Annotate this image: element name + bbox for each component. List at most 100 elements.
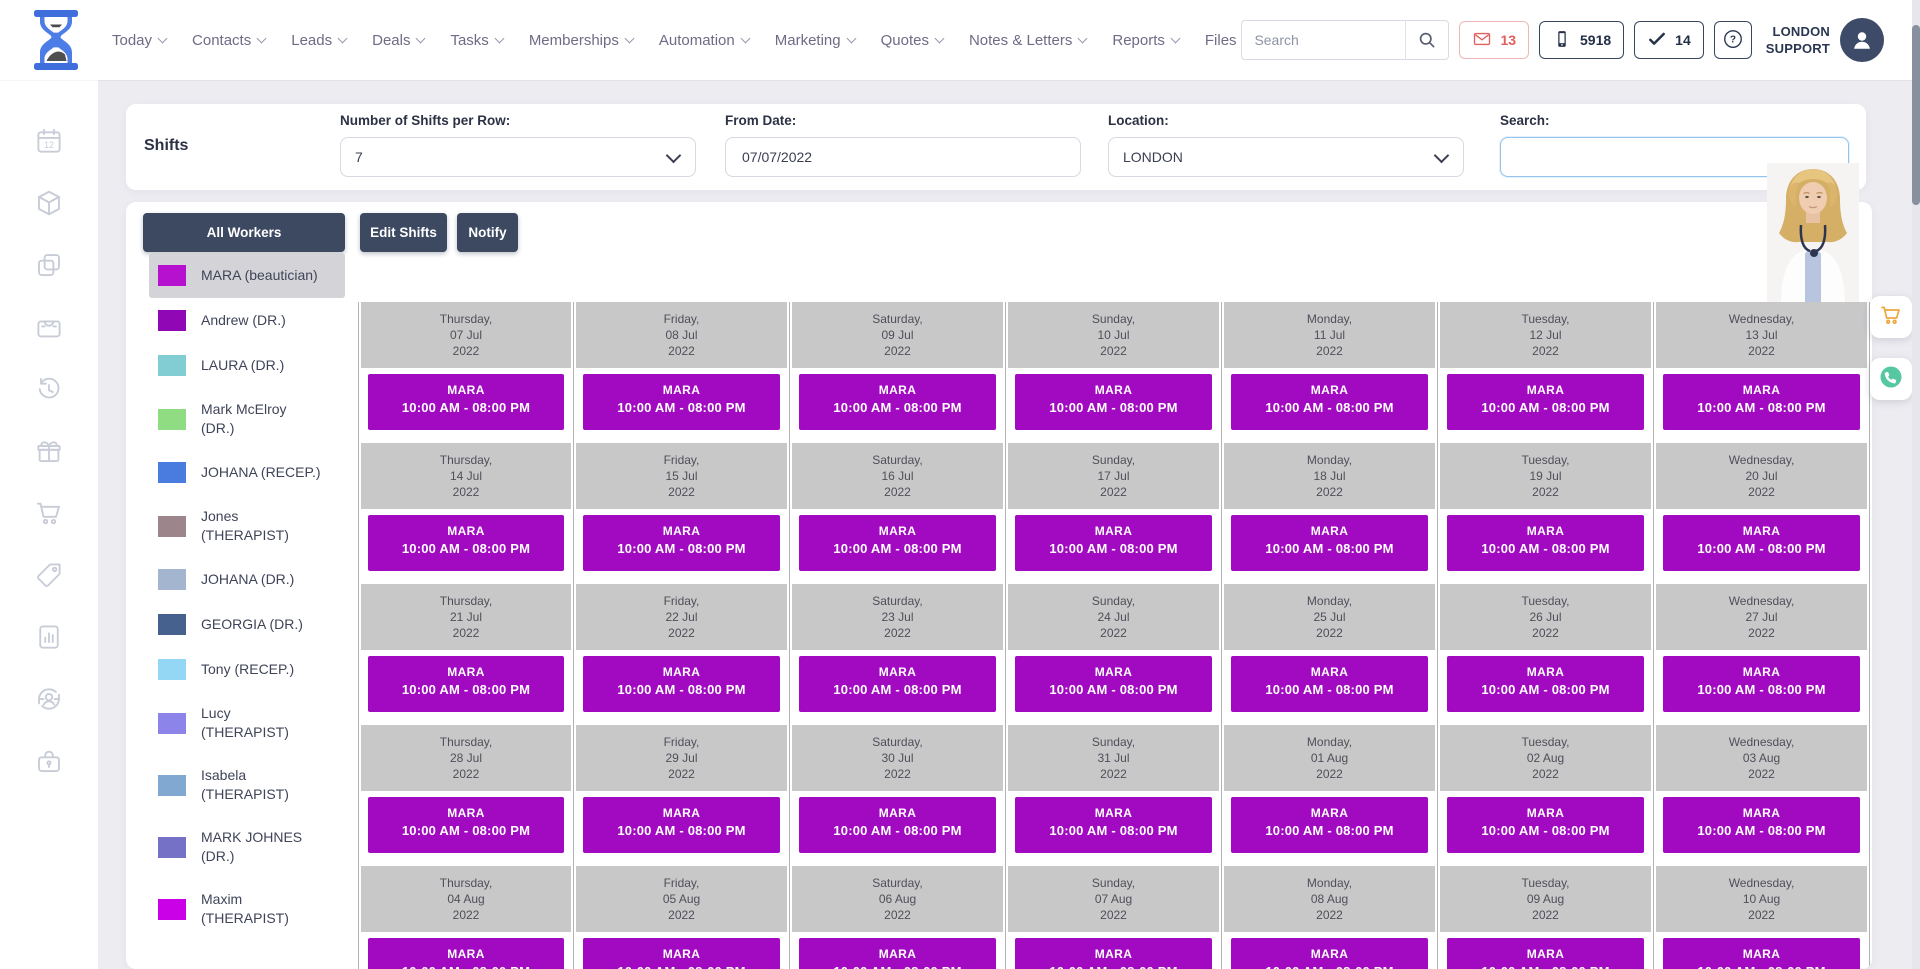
nav-item-tasks[interactable]: Tasks: [450, 32, 502, 49]
help-button[interactable]: ?: [1714, 21, 1752, 59]
day-date: 07 Aug: [1008, 891, 1219, 907]
nav-item-today[interactable]: Today: [112, 32, 166, 49]
day-year: 2022: [576, 907, 787, 923]
scrollbar-thumb[interactable]: [1912, 25, 1920, 205]
shift-block[interactable]: MARA10:00 AM - 08:00 PM: [799, 515, 996, 571]
app-logo-hourglass-icon[interactable]: [30, 9, 82, 71]
gift-icon[interactable]: [34, 436, 64, 466]
shift-block[interactable]: MARA10:00 AM - 08:00 PM: [1015, 515, 1212, 571]
shift-block[interactable]: MARA10:00 AM - 08:00 PM: [1663, 938, 1860, 969]
shifts-per-row-select[interactable]: 7: [340, 137, 696, 177]
shift-block[interactable]: MARA10:00 AM - 08:00 PM: [583, 938, 780, 969]
shift-block[interactable]: MARA10:00 AM - 08:00 PM: [1447, 938, 1644, 969]
worker-row[interactable]: JOHANA (DR.): [149, 557, 345, 602]
day-weekday: Saturday,: [792, 734, 1003, 750]
mail-notifications-button[interactable]: 13: [1459, 21, 1529, 59]
worker-row[interactable]: Tony (RECEP.): [149, 647, 345, 692]
history-icon[interactable]: [34, 374, 64, 404]
all-workers-button[interactable]: All Workers: [143, 213, 345, 252]
worker-row[interactable]: Maxim(THERAPIST): [149, 878, 345, 940]
shift-block[interactable]: MARA10:00 AM - 08:00 PM: [1015, 938, 1212, 969]
shift-block[interactable]: MARA10:00 AM - 08:00 PM: [368, 797, 564, 853]
nav-item-leads[interactable]: Leads: [291, 32, 346, 49]
shift-block[interactable]: MARA10:00 AM - 08:00 PM: [368, 938, 564, 969]
account-line2: SUPPORT: [1766, 40, 1830, 57]
shift-block[interactable]: MARA10:00 AM - 08:00 PM: [1663, 374, 1860, 430]
shift-block[interactable]: MARA10:00 AM - 08:00 PM: [1447, 797, 1644, 853]
worker-row[interactable]: GEORGIA (DR.): [149, 602, 345, 647]
worker-row[interactable]: MARK JOHNES(DR.): [149, 816, 345, 878]
shift-block[interactable]: MARA10:00 AM - 08:00 PM: [1447, 374, 1644, 430]
worker-row[interactable]: JOHANA (RECEP.): [149, 450, 345, 495]
shift-block[interactable]: MARA10:00 AM - 08:00 PM: [368, 515, 564, 571]
page-title: Shifts: [144, 137, 188, 155]
worker-row[interactable]: MARA (beautician): [149, 253, 345, 298]
nav-item-marketing[interactable]: Marketing: [775, 32, 855, 49]
from-date-input[interactable]: [740, 148, 1066, 166]
package-icon[interactable]: [34, 188, 64, 218]
nav-item-files[interactable]: Files: [1205, 32, 1237, 49]
customer-icon[interactable]: [34, 684, 64, 714]
shift-time-range: 10:00 AM - 08:00 PM: [1447, 541, 1644, 556]
cash-register-icon[interactable]: [34, 312, 64, 342]
shift-block[interactable]: MARA10:00 AM - 08:00 PM: [1015, 797, 1212, 853]
nav-item-quotes[interactable]: Quotes: [881, 32, 943, 49]
shift-block[interactable]: MARA10:00 AM - 08:00 PM: [583, 656, 780, 712]
shift-time-range: 10:00 AM - 08:00 PM: [1447, 682, 1644, 697]
phone-fab-button[interactable]: [1870, 358, 1912, 400]
worker-row[interactable]: Mark McElroy(DR.): [149, 388, 345, 450]
shift-block[interactable]: MARA10:00 AM - 08:00 PM: [368, 656, 564, 712]
shift-block[interactable]: MARA10:00 AM - 08:00 PM: [1015, 656, 1212, 712]
report-icon[interactable]: [34, 622, 64, 652]
worker-row[interactable]: Jones(THERAPIST): [149, 495, 345, 557]
shift-block[interactable]: MARA10:00 AM - 08:00 PM: [799, 938, 996, 969]
shift-time-range: 10:00 AM - 08:00 PM: [1447, 964, 1644, 969]
shift-block[interactable]: MARA10:00 AM - 08:00 PM: [1231, 656, 1428, 712]
shift-block[interactable]: MARA10:00 AM - 08:00 PM: [1015, 374, 1212, 430]
worker-row[interactable]: Isabela(THERAPIST): [149, 754, 345, 816]
shift-block[interactable]: MARA10:00 AM - 08:00 PM: [1231, 797, 1428, 853]
nav-item-notes-letters[interactable]: Notes & Letters: [969, 32, 1086, 49]
nav-item-memberships[interactable]: Memberships: [529, 32, 633, 49]
shift-block[interactable]: MARA10:00 AM - 08:00 PM: [368, 374, 564, 430]
shift-block[interactable]: MARA10:00 AM - 08:00 PM: [583, 797, 780, 853]
nav-item-reports[interactable]: Reports: [1112, 32, 1179, 49]
global-search-input[interactable]: [1242, 32, 1405, 48]
shift-block[interactable]: MARA10:00 AM - 08:00 PM: [1231, 938, 1428, 969]
user-avatar[interactable]: [1840, 18, 1884, 62]
worker-row[interactable]: Lucy(THERAPIST): [149, 692, 345, 754]
phone-calls-button[interactable]: 5918: [1539, 21, 1624, 59]
shift-block[interactable]: MARA10:00 AM - 08:00 PM: [1447, 515, 1644, 571]
cart-icon[interactable]: [34, 498, 64, 528]
cart-fab-button[interactable]: [1870, 296, 1912, 338]
edit-shifts-button[interactable]: Edit Shifts: [360, 213, 447, 252]
shift-worker-name: MARA: [1231, 947, 1428, 961]
shift-block[interactable]: MARA10:00 AM - 08:00 PM: [1447, 656, 1644, 712]
shift-block[interactable]: MARA10:00 AM - 08:00 PM: [799, 797, 996, 853]
shift-block[interactable]: MARA10:00 AM - 08:00 PM: [1663, 515, 1860, 571]
nav-item-deals[interactable]: Deals: [372, 32, 424, 49]
calendar-12-icon[interactable]: 12: [34, 126, 64, 156]
location-select[interactable]: LONDON: [1108, 137, 1464, 177]
day-header: Wednesday,13 Jul2022: [1656, 302, 1867, 368]
search-icon[interactable]: [1405, 21, 1448, 59]
nav-item-automation[interactable]: Automation: [659, 32, 749, 49]
shift-block[interactable]: MARA10:00 AM - 08:00 PM: [583, 515, 780, 571]
shift-block[interactable]: MARA10:00 AM - 08:00 PM: [1663, 797, 1860, 853]
shift-block[interactable]: MARA10:00 AM - 08:00 PM: [1231, 374, 1428, 430]
shift-block[interactable]: MARA10:00 AM - 08:00 PM: [799, 656, 996, 712]
copy-icon[interactable]: [34, 250, 64, 280]
tasks-done-button[interactable]: 14: [1634, 21, 1704, 59]
nav-item-contacts[interactable]: Contacts: [192, 32, 265, 49]
worker-row[interactable]: LAURA (DR.): [149, 343, 345, 388]
shift-block[interactable]: MARA10:00 AM - 08:00 PM: [1663, 656, 1860, 712]
case-lock-icon[interactable]: [34, 746, 64, 776]
shift-time-range: 10:00 AM - 08:00 PM: [1663, 541, 1860, 556]
shift-block[interactable]: MARA10:00 AM - 08:00 PM: [1231, 515, 1428, 571]
worker-row[interactable]: Andrew (DR.): [149, 298, 345, 343]
price-tag-icon[interactable]: [34, 560, 64, 590]
shift-block[interactable]: MARA10:00 AM - 08:00 PM: [583, 374, 780, 430]
notify-button[interactable]: Notify: [457, 213, 518, 252]
shift-block[interactable]: MARA10:00 AM - 08:00 PM: [799, 374, 996, 430]
nav-item-label: Today: [112, 32, 152, 49]
